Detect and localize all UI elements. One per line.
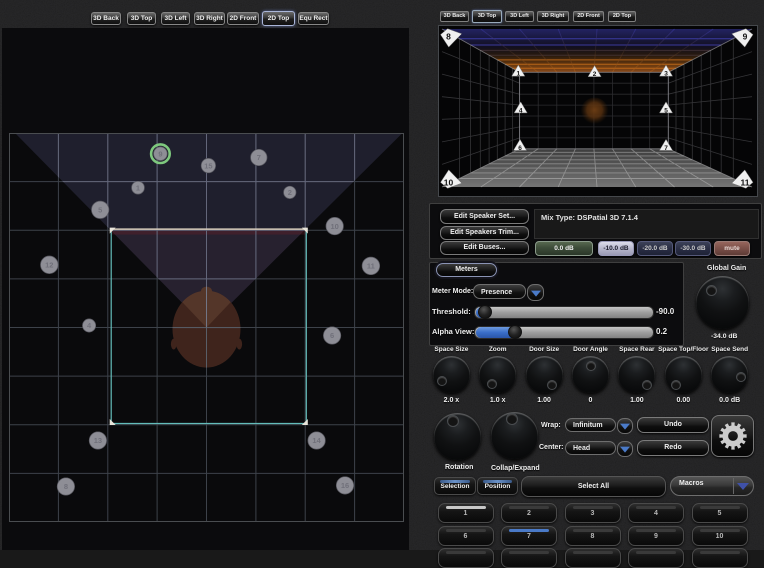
svg-text:2: 2 <box>288 188 292 197</box>
svg-text:6: 6 <box>518 145 522 152</box>
svg-text:15: 15 <box>204 161 212 170</box>
svg-text:12: 12 <box>45 261 53 270</box>
svg-text:5: 5 <box>98 206 102 215</box>
svg-text:4: 4 <box>519 107 523 114</box>
svg-text:9: 9 <box>743 32 748 42</box>
svg-text:1: 1 <box>516 71 520 78</box>
svg-text:16: 16 <box>341 481 349 490</box>
svg-text:13: 13 <box>94 436 102 445</box>
svg-text:10: 10 <box>331 222 339 231</box>
svg-text:8: 8 <box>446 32 451 42</box>
svg-text:1: 1 <box>136 183 140 192</box>
svg-text:11: 11 <box>367 262 375 271</box>
svg-text:10: 10 <box>444 178 454 188</box>
svg-text:7: 7 <box>257 153 261 162</box>
svg-text:7: 7 <box>664 145 668 152</box>
svg-text:5: 5 <box>664 107 668 114</box>
svg-text:8: 8 <box>64 482 68 491</box>
svg-text:14: 14 <box>312 436 321 445</box>
svg-text:6: 6 <box>330 331 334 340</box>
svg-text:9: 9 <box>158 149 162 158</box>
svg-text:2: 2 <box>593 71 597 78</box>
svg-text:3: 3 <box>664 71 668 78</box>
svg-text:11: 11 <box>741 178 750 188</box>
